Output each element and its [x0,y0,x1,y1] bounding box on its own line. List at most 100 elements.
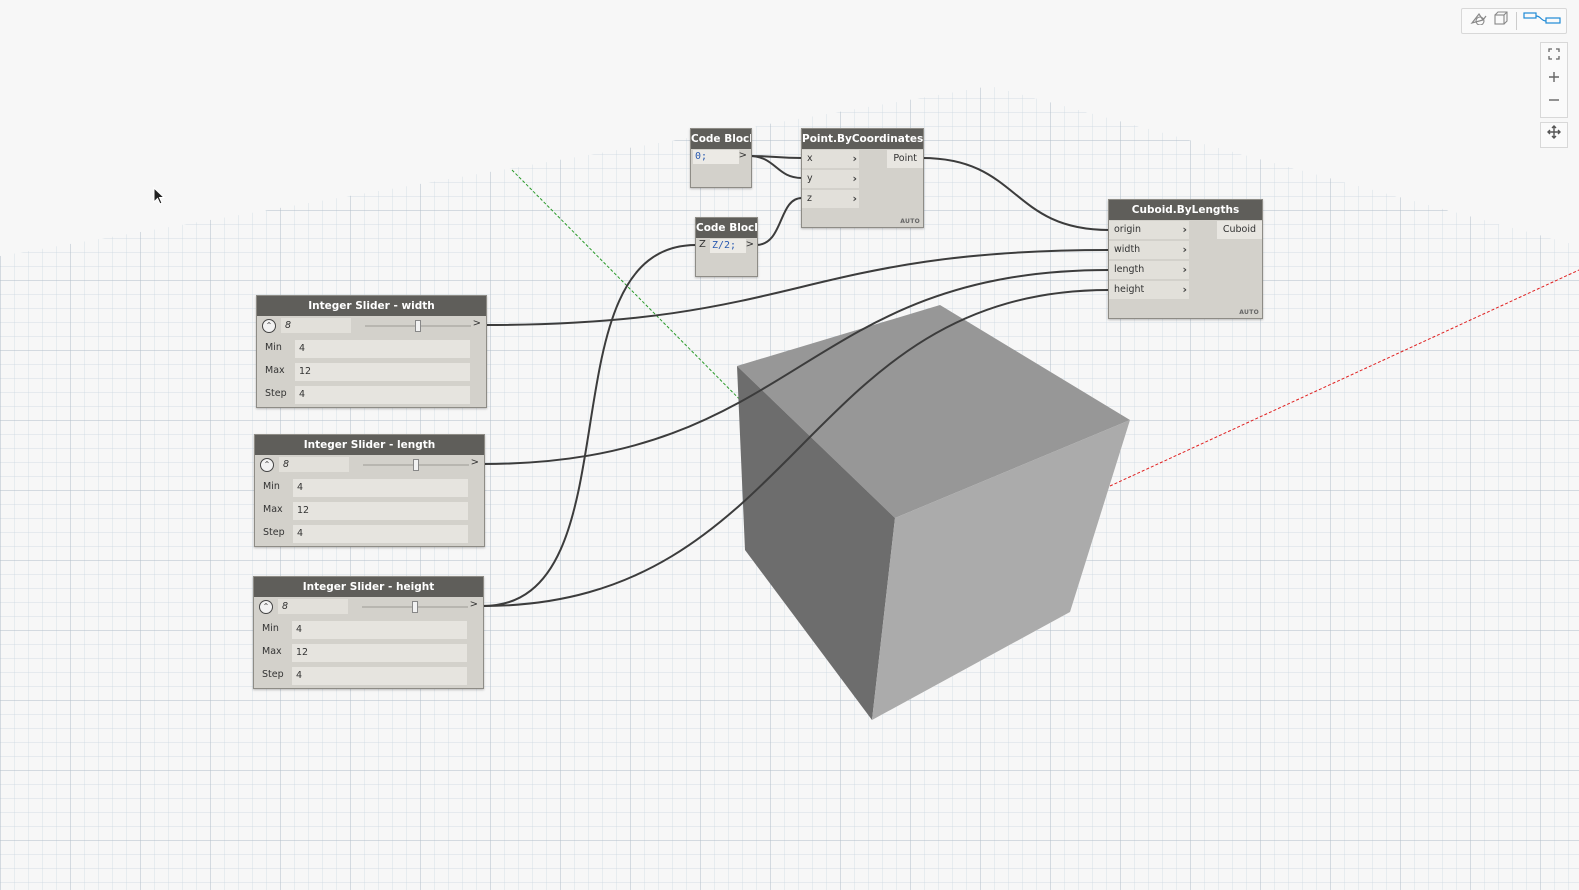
step-row: Step 4 [259,524,468,544]
code-block-node-1[interactable]: Code Block 0; > [690,128,752,188]
max-label: Max [262,646,282,657]
output-port-point[interactable]: Point [887,150,923,168]
zoom-to-fit-icon [1548,48,1560,60]
integer-slider-length-node[interactable]: Integer Slider - length ⌃ 8 > Min 4 Max 12… [254,434,485,547]
port-label: height [1114,284,1145,295]
cuboid-by-lengths-node[interactable]: Cuboid.ByLengths origin › width › length › … [1108,199,1263,319]
graph-view-button[interactable] [1520,10,1564,32]
output-port-arrow[interactable]: > [746,239,754,250]
min-field[interactable]: 4 [295,340,470,358]
max-field[interactable]: 12 [295,363,470,381]
code-editor[interactable]: Z/2; [710,239,746,253]
max-row: Max 12 [259,501,468,521]
view-toggle [1461,8,1567,34]
chevron-right-icon: › [1182,223,1187,236]
node-title: Integer Slider - height [254,577,483,597]
min-field[interactable]: 4 [293,479,468,497]
point-by-coordinates-node[interactable]: Point.ByCoordinates x › y › z › Point AUTO [801,128,924,228]
input-port-z[interactable]: z › [802,190,859,208]
geometry-view-icon [1470,11,1508,26]
min-row: Min 4 [259,478,468,498]
slider-thumb[interactable] [413,459,419,471]
node-title: Integer Slider - length [255,435,484,455]
step-row: Step 4 [261,385,470,405]
min-row: Min 4 [261,339,470,359]
max-row: Max 12 [261,362,470,382]
node-title: Point.ByCoordinates [802,129,923,149]
integer-slider-width-node[interactable]: Integer Slider - width ⌃ 8 > Min 4 Max 12 … [256,295,487,408]
output-port-arrow[interactable]: > [739,150,747,161]
slider-thumb[interactable] [415,320,421,332]
collapse-chevron-icon[interactable]: ⌃ [259,600,273,614]
slider-row: ⌃ 8 > [258,598,479,616]
node-title: Integer Slider - width [257,296,486,316]
max-field[interactable]: 12 [293,502,468,520]
port-label: width [1114,244,1141,255]
slider-value-field[interactable]: 8 [279,457,349,472]
max-row: Max 12 [258,643,467,663]
chevron-right-icon: › [1182,243,1187,256]
pan-control [1540,122,1568,148]
slider-row: ⌃ 8 > [259,456,480,474]
chevron-right-icon: › [1182,283,1187,296]
input-port-length[interactable]: length › [1109,261,1189,279]
zoom-in-icon [1549,72,1559,82]
port-label: y [807,173,813,184]
code-block-node-2[interactable]: Code Block Z Z/2; > [695,217,758,277]
max-label: Max [263,504,283,515]
chevron-right-icon: › [852,172,857,185]
port-label: z [807,193,812,204]
chevron-right-icon: › [852,152,857,165]
input-port-width[interactable]: width › [1109,241,1189,259]
step-row: Step 4 [258,666,467,686]
node-title: Code Block [696,218,757,238]
integer-slider-height-node[interactable]: Integer Slider - height ⌃ 8 > Min 4 Max 12… [253,576,484,689]
step-label: Step [262,669,284,680]
step-field[interactable]: 4 [292,667,467,685]
input-port-y[interactable]: y › [802,170,859,188]
zoom-out-icon [1549,99,1559,101]
output-port-arrow[interactable]: > [473,318,481,329]
input-port-x[interactable]: x › [802,150,859,168]
graph-view-icon [1523,12,1561,24]
zoom-to-fit-button[interactable] [1541,45,1567,67]
step-label: Step [265,388,287,399]
output-port-arrow[interactable]: > [470,599,478,610]
slider-thumb[interactable] [412,601,418,613]
node-title: Code Block [691,129,751,149]
background-3d-viewport[interactable] [0,0,1579,890]
chevron-right-icon: › [852,192,857,205]
lacing-indicator: AUTO [1239,309,1259,316]
slider-value-field[interactable]: 8 [281,318,351,333]
input-port-height[interactable]: height › [1109,281,1189,299]
mouse-cursor-icon [153,187,166,205]
max-field[interactable]: 12 [292,644,467,662]
collapse-chevron-icon[interactable]: ⌃ [262,319,276,333]
min-row: Min 4 [258,620,467,640]
step-field[interactable]: 4 [295,386,470,404]
step-label: Step [263,527,285,538]
output-port-cuboid[interactable]: Cuboid [1216,221,1262,239]
chevron-right-icon: › [1182,263,1187,276]
min-label: Min [263,481,280,492]
port-label: length [1114,264,1145,275]
input-port-z[interactable]: Z [699,239,706,250]
zoom-out-button[interactable] [1541,91,1567,113]
slider-row: ⌃ 8 > [261,317,482,335]
pan-icon [1547,125,1561,139]
min-label: Min [262,623,279,634]
zoom-in-button[interactable] [1541,68,1567,90]
geometry-view-button[interactable] [1466,10,1512,32]
slider-value-field[interactable]: 8 [278,599,348,614]
min-label: Min [265,342,282,353]
port-label: x [807,153,813,164]
node-title: Cuboid.ByLengths [1109,200,1262,220]
input-port-origin[interactable]: origin › [1109,221,1189,239]
output-port-arrow[interactable]: > [471,457,479,468]
step-field[interactable]: 4 [293,525,468,543]
pan-button[interactable] [1541,124,1567,146]
zoom-controls [1540,42,1568,118]
min-field[interactable]: 4 [292,621,467,639]
collapse-chevron-icon[interactable]: ⌃ [260,458,274,472]
code-editor[interactable]: 0; [693,150,739,164]
